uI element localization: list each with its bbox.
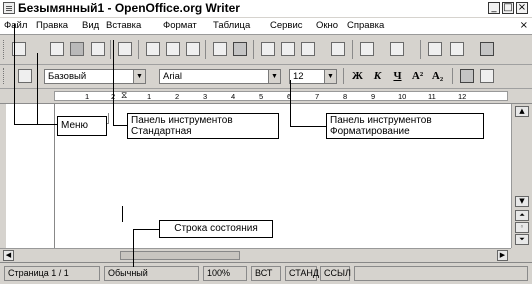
export-pdf-icon[interactable] (146, 42, 160, 56)
horizontal-scroll-thumb[interactable] (120, 251, 240, 260)
ruler-mark: 3 (203, 92, 208, 101)
ruler-mark: 1 (147, 92, 152, 101)
status-bar: Страница 1 / 1 Обычный 100% ВСТ СТАНД СС… (0, 262, 532, 284)
autospellcheck-icon[interactable] (233, 42, 247, 56)
menu-bar: Файл Правка Вид Вставка Формат Таблица С… (0, 18, 532, 35)
previous-page-button[interactable]: ⏶ (515, 210, 529, 221)
callout-formatting-toolbar: Панель инструментов Форматирование (326, 113, 484, 139)
ruler-scale: 1 2 1 2 3 4 5 6 7 8 9 10 11 12 ⧖ (54, 91, 508, 101)
window-title: Безымянный1 - OpenOffice.org Writer (18, 1, 240, 15)
print-preview-icon[interactable] (186, 42, 200, 56)
font-size-select[interactable]: 12 ▼ (289, 69, 337, 84)
status-info-area (354, 266, 528, 281)
menu-item-window[interactable]: Окно (316, 19, 338, 33)
ruler-mark: 8 (343, 92, 348, 101)
menu-item-view[interactable]: Вид (82, 19, 99, 33)
title-bar: Безымянный1 - OpenOffice.org Writer _ □ … (0, 0, 532, 17)
formatting-toolbar: Базовый ▼ Arial ▼ 12 ▼ Ж К Ч A² A₂ (0, 65, 532, 89)
menu-item-help[interactable]: Справка (347, 19, 384, 33)
align-left-icon[interactable] (460, 69, 474, 83)
navigation-button[interactable]: ◦ (515, 222, 529, 233)
font-size-value: 12 (293, 71, 304, 82)
cut-icon[interactable] (261, 42, 275, 56)
show-draw-functions-icon[interactable] (480, 42, 494, 56)
hyperlink-icon[interactable] (428, 42, 442, 56)
scroll-down-button[interactable]: ▼ (515, 196, 529, 207)
app-icon (3, 2, 15, 14)
ruler-mark: 1 (85, 92, 90, 101)
zoom-indicator[interactable]: 100% (203, 266, 247, 281)
styles-icon[interactable] (18, 69, 32, 83)
open-icon[interactable] (50, 42, 64, 56)
callout-menu: Меню (57, 116, 107, 136)
undo-icon[interactable] (360, 42, 374, 56)
edit-file-icon[interactable] (118, 42, 132, 56)
format-paintbrush-icon[interactable] (331, 42, 345, 56)
next-page-button[interactable]: ⏷ (515, 234, 529, 245)
ruler-mark: 10 (398, 92, 407, 101)
callout-status-bar: Строка состояния (159, 220, 273, 238)
font-name-select[interactable]: Arial ▼ (159, 69, 281, 84)
save-icon[interactable] (70, 42, 84, 56)
chevron-down-icon[interactable]: ▼ (133, 70, 145, 83)
grow-font-button[interactable]: A² (410, 69, 425, 84)
close-button[interactable]: × (516, 2, 528, 14)
email-icon[interactable] (91, 42, 105, 56)
font-name-value: Arial (163, 71, 183, 82)
table-icon[interactable] (450, 42, 464, 56)
menu-item-file[interactable]: Файл (4, 19, 27, 33)
horizontal-scrollbar[interactable]: ◀ ▶ (0, 248, 511, 262)
selection-mode-indicator[interactable]: СТАНД (285, 266, 319, 281)
menu-item-insert[interactable]: Вставка (106, 19, 141, 33)
indent-marker-icon[interactable]: ⧖ (121, 92, 127, 100)
redo-icon[interactable] (390, 42, 404, 56)
page-style-indicator[interactable]: Обычный (104, 266, 199, 281)
ruler-mark: 7 (315, 92, 320, 101)
ruler-mark: 2 (175, 92, 180, 101)
align-center-icon[interactable] (480, 69, 494, 83)
paragraph-style-value: Базовый (48, 71, 87, 82)
menu-item-table[interactable]: Таблица (213, 19, 250, 33)
hyperlink-mode-indicator[interactable]: ССЫЛ (320, 266, 351, 281)
writer-window: Безымянный1 - OpenOffice.org Writer _ □ … (0, 0, 532, 284)
paragraph-style-select[interactable]: Базовый ▼ (44, 69, 146, 84)
scroll-left-button[interactable]: ◀ (3, 250, 14, 261)
horizontal-ruler[interactable]: 1 2 1 2 3 4 5 6 7 8 9 10 11 12 ⧖ (0, 89, 532, 104)
chevron-down-icon[interactable]: ▼ (268, 70, 280, 83)
menu-item-format[interactable]: Формат (163, 19, 197, 33)
bold-button[interactable]: Ж (350, 69, 365, 84)
spellcheck-icon[interactable] (213, 42, 227, 56)
page-indicator[interactable]: Страница 1 / 1 (4, 266, 100, 281)
menu-item-edit[interactable]: Правка (36, 19, 68, 33)
maximize-button[interactable]: □ (502, 2, 514, 14)
italic-button[interactable]: К (370, 69, 385, 84)
ruler-mark: 11 (428, 92, 436, 101)
ruler-mark: 5 (259, 92, 264, 101)
copy-icon[interactable] (281, 42, 295, 56)
ruler-mark: 9 (371, 92, 376, 101)
menu-item-tools[interactable]: Сервис (270, 19, 303, 33)
text-cursor (122, 206, 123, 222)
toolbar-grip[interactable] (3, 68, 7, 84)
minimize-button[interactable]: _ (488, 2, 500, 14)
callout-standard-toolbar: Панель инструментов Стандартная (127, 113, 279, 139)
scroll-up-button[interactable]: ▲ (515, 106, 529, 117)
chevron-down-icon[interactable]: ▼ (324, 70, 336, 83)
ruler-mark: 12 (458, 92, 467, 101)
standard-toolbar (0, 35, 532, 65)
ruler-mark: 4 (231, 92, 236, 101)
underline-button[interactable]: Ч (390, 69, 405, 84)
toolbar-grip[interactable] (3, 40, 7, 59)
scroll-right-button[interactable]: ▶ (497, 250, 508, 261)
document-close-button[interactable]: × (520, 21, 528, 31)
insert-mode-indicator[interactable]: ВСТ (251, 266, 281, 281)
paste-icon[interactable] (301, 42, 315, 56)
vertical-scrollbar[interactable]: ▲ ▼ ⏶ ◦ ⏷ (511, 104, 532, 248)
print-icon[interactable] (166, 42, 180, 56)
shrink-font-button[interactable]: A₂ (430, 69, 445, 84)
